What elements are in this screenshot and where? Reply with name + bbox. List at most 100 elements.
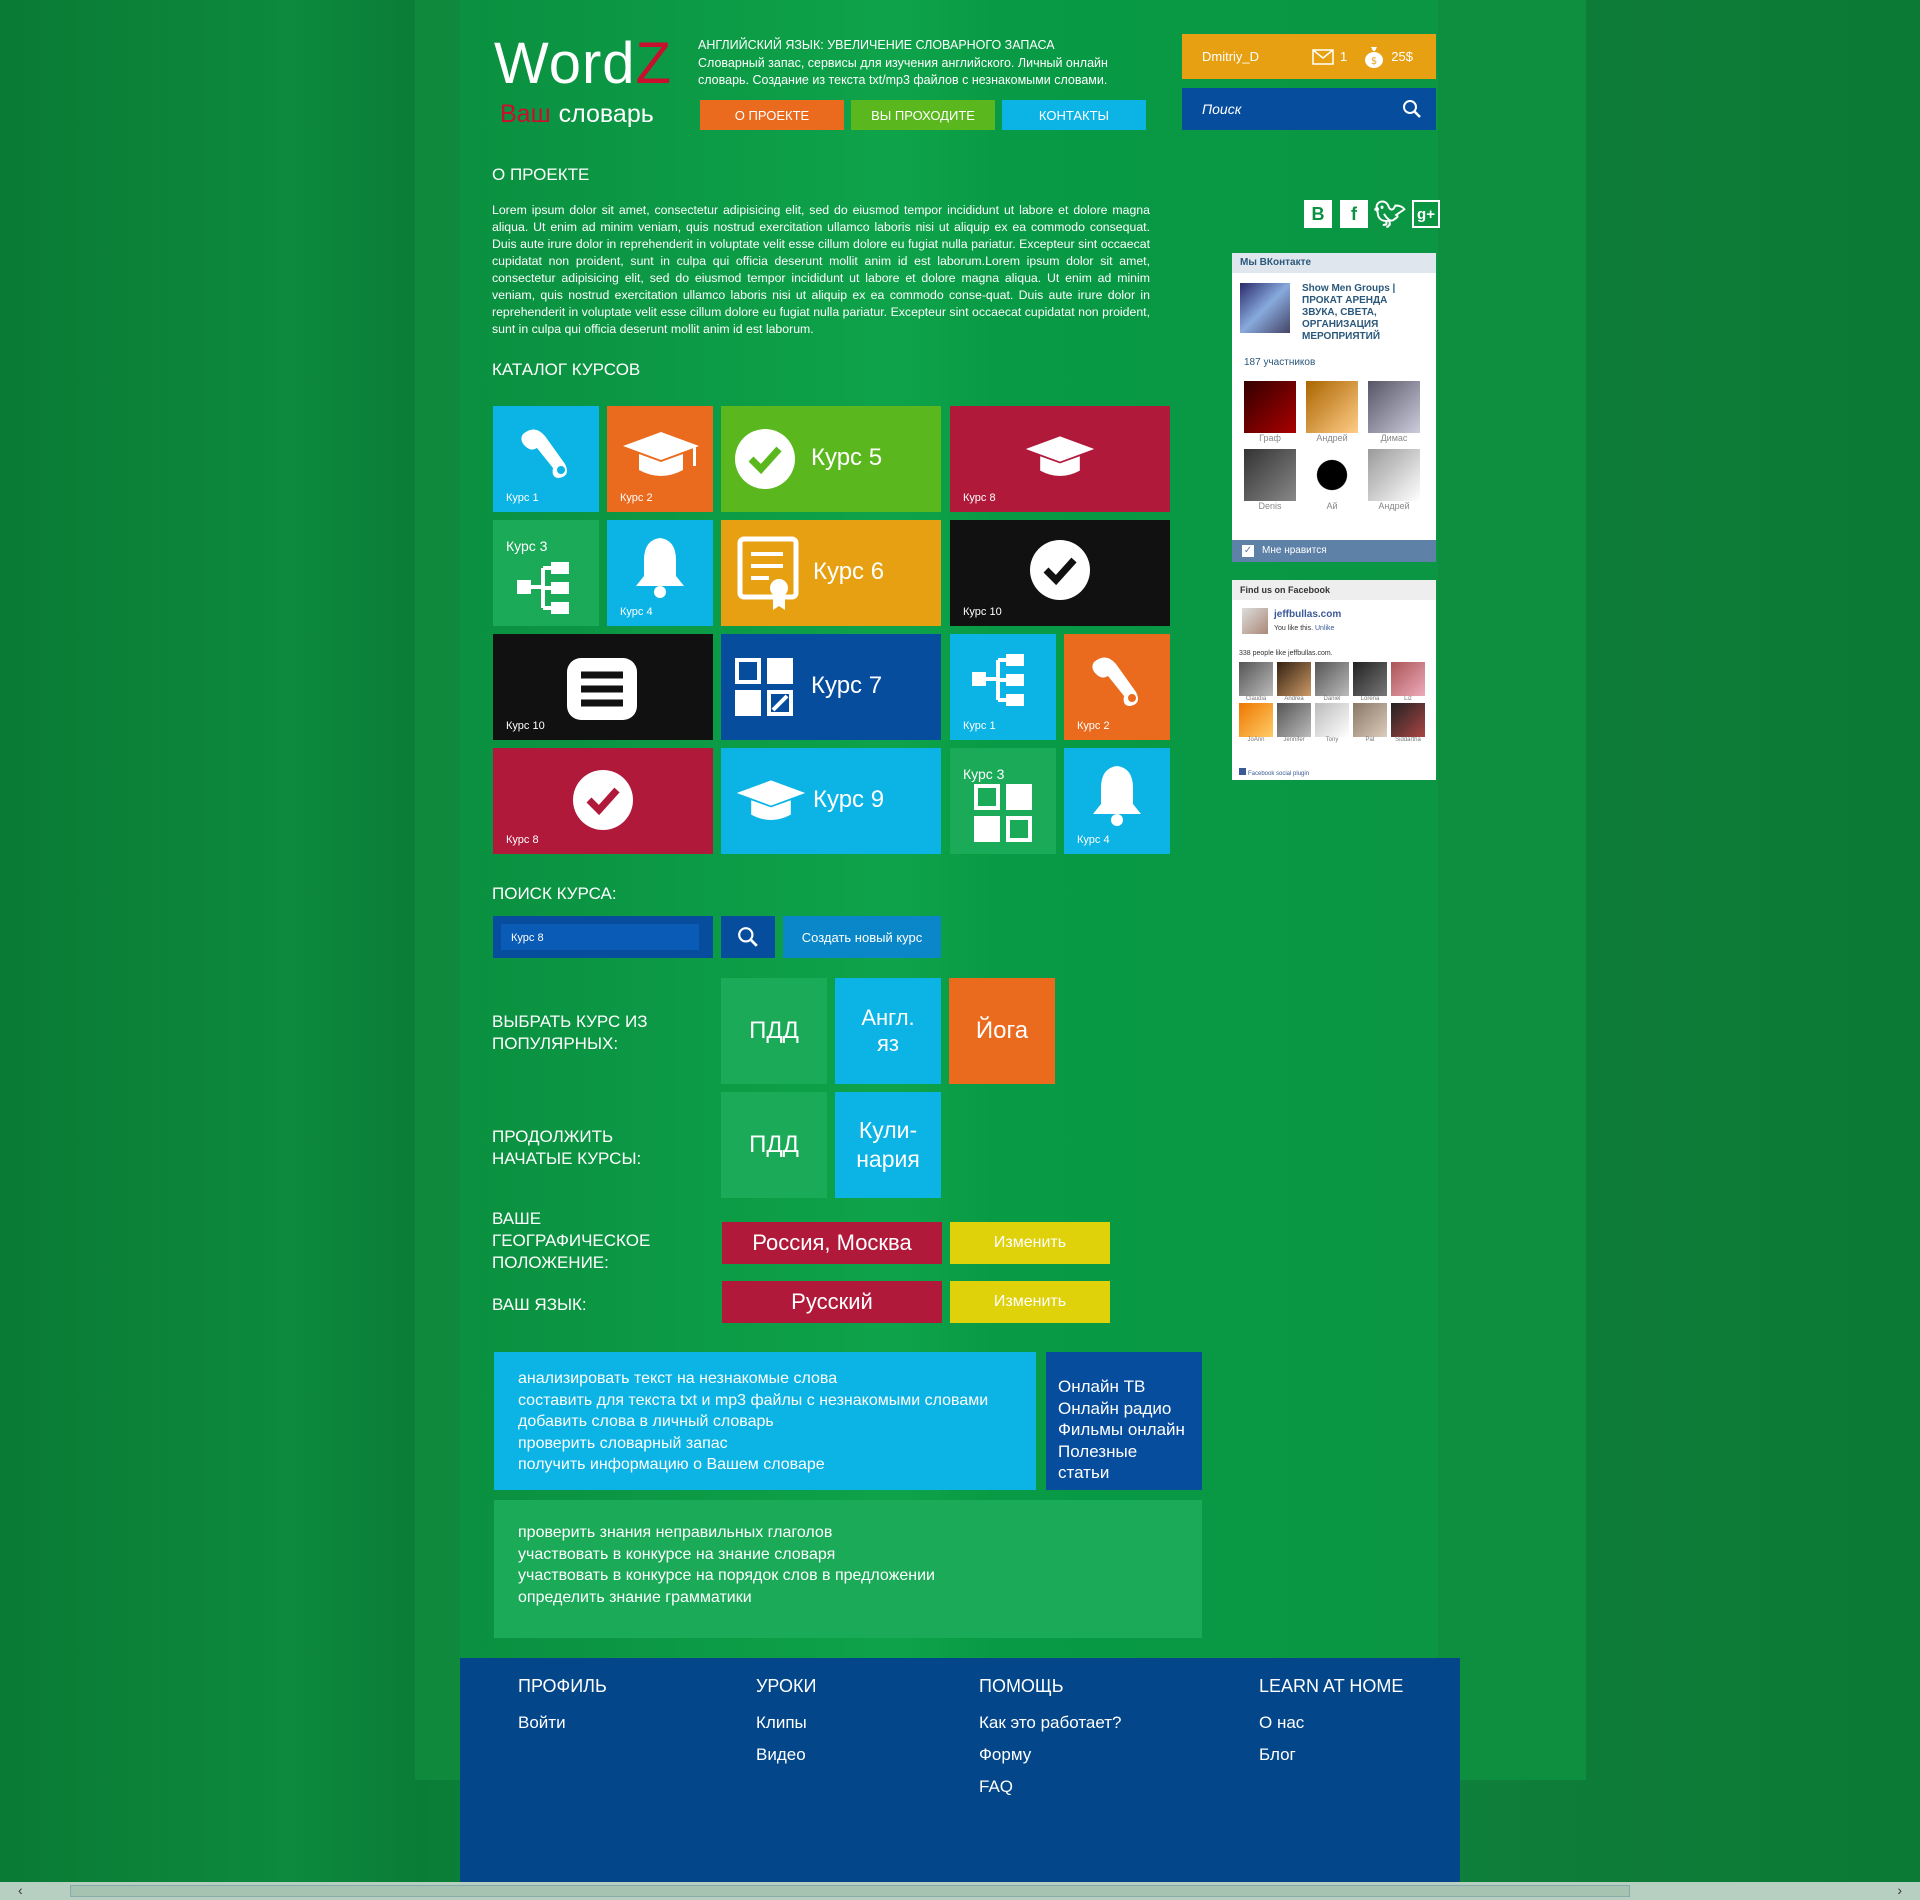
course-tile-10b[interactable]: Курс 10	[493, 634, 713, 740]
facebook-fan[interactable]: JoAnn	[1239, 703, 1273, 743]
nav-about[interactable]: О ПРОЕКТЕ	[700, 100, 844, 130]
popular-course[interactable]: Йога	[949, 978, 1055, 1084]
feature-link[interactable]: проверить словарный запас	[518, 1433, 1012, 1455]
course-tile-4b[interactable]: Курс 4	[1064, 748, 1170, 854]
course-tile-6[interactable]: Курс 6	[721, 520, 941, 626]
facebook-fan[interactable]: Claudia	[1239, 662, 1273, 702]
vk-member[interactable]: Андрей	[1368, 449, 1420, 511]
facebook-fan[interactable]: Siddartha	[1391, 703, 1425, 743]
footer-link[interactable]: Как это работает?	[979, 1713, 1122, 1733]
vk-member[interactable]: Димас	[1368, 381, 1420, 443]
create-course-button[interactable]: Создать новый курс	[783, 916, 941, 958]
course-tile-8[interactable]: Курс 8	[950, 406, 1170, 512]
popular-course[interactable]: Англ. яз	[835, 978, 941, 1084]
footer-link[interactable]: Блог	[1259, 1745, 1403, 1765]
feature-link[interactable]: анализировать текст на незнакомые слова	[518, 1368, 1012, 1390]
facebook-fan[interactable]: Pat	[1353, 703, 1387, 743]
username[interactable]: Dmitriy_D	[1202, 49, 1307, 64]
facebook-fan[interactable]: Lorena	[1353, 662, 1387, 702]
balance: 25$	[1391, 49, 1413, 64]
popular-course[interactable]: ПДД	[721, 978, 827, 1084]
about-title: О ПРОЕКТЕ	[492, 165, 590, 184]
facebook-page-avatar	[1242, 608, 1268, 634]
header-title: АНГЛИЙСКИЙ ЯЗЫК: УВЕЛИЧЕНИЕ СЛОВАРНОГО З…	[698, 38, 1055, 52]
search-icon	[738, 927, 758, 947]
course-tile-1[interactable]: Курс 1	[493, 406, 599, 512]
catalog-title: КАТАЛОГ КУРСОВ	[492, 360, 641, 379]
site-search-input[interactable]: Поиск	[1182, 88, 1436, 130]
course-search-input[interactable]: Курс 8	[501, 924, 699, 950]
vk-member[interactable]: Граф	[1244, 381, 1296, 443]
course-tile-4[interactable]: Курс 4	[607, 520, 713, 626]
logo[interactable]: WordZ	[494, 30, 672, 97]
twitter-icon[interactable]: 🐦︎	[1374, 199, 1407, 229]
continued-course[interactable]: Кули­нария	[835, 1092, 941, 1198]
course-tile-10[interactable]: Курс 10	[950, 520, 1170, 626]
lang-change-button[interactable]: Изменить	[950, 1281, 1110, 1323]
certificate-icon	[737, 536, 799, 610]
scroll-icon	[521, 429, 567, 478]
course-tile-8b[interactable]: Курс 8	[493, 748, 713, 854]
geo-change-button[interactable]: Изменить	[950, 1222, 1110, 1264]
vk-member[interactable]: Андрей	[1306, 381, 1358, 443]
feature-link[interactable]: участвовать в конкурсе на порядок слов в…	[518, 1565, 1178, 1587]
message-count: 1	[1340, 49, 1348, 64]
feature-link[interactable]: добавить слова в личный словарь	[518, 1411, 1012, 1433]
media-link[interactable]: Онлайн радио	[1058, 1398, 1190, 1420]
course-tile-3b[interactable]: Курс 3	[950, 748, 1056, 854]
vk-member[interactable]: Denis	[1244, 449, 1296, 511]
vk-members-count[interactable]: 187 участников	[1244, 357, 1315, 368]
footer-link[interactable]: Клипы	[756, 1713, 816, 1733]
vk-members-grid: Граф Андрей Димас Denis Ай Андрей	[1244, 381, 1420, 511]
course-tile-9[interactable]: Курс 9	[721, 748, 941, 854]
nav-contacts[interactable]: КОНТАКТЫ	[1002, 100, 1146, 130]
footer-link[interactable]: Войти	[518, 1713, 607, 1733]
nav-progress[interactable]: ВЫ ПРОХОДИТЕ	[851, 100, 995, 130]
vk-member[interactable]: Ай	[1306, 449, 1358, 511]
feature-link[interactable]: составить для текста txt и mp3 файлы с н…	[518, 1390, 1012, 1412]
vk-group-name[interactable]: Show Men Groups | ПРОКАТ АРЕНДА ЗВУКА, С…	[1302, 283, 1420, 343]
footer-heading: ПОМОЩЬ	[979, 1676, 1064, 1696]
footer-link[interactable]: О нас	[1259, 1713, 1403, 1733]
graduation-cap-icon	[736, 780, 806, 820]
course-search-title: ПОИСК КУРСА:	[492, 884, 617, 903]
continued-course[interactable]: ПДД	[721, 1092, 827, 1198]
course-tile-1b[interactable]: Курс 1	[950, 634, 1056, 740]
course-search-button[interactable]	[721, 916, 775, 958]
mail-icon[interactable]	[1312, 48, 1334, 65]
course-search-box: Курс 8	[493, 916, 713, 958]
features-panel: анализировать текст на незнакомые слова …	[494, 1352, 1036, 1490]
facebook-like-count: 338 people like jeffbullas.com.	[1239, 650, 1333, 657]
feature-link[interactable]: получить информацию о Вашем словаре	[518, 1454, 1012, 1476]
facebook-fan[interactable]: Andrea	[1277, 662, 1311, 702]
feature-link[interactable]: участвовать в конкурсе на знание словаря	[518, 1544, 1178, 1566]
footer-link[interactable]: Видео	[756, 1745, 816, 1765]
course-tile-2[interactable]: Курс 2	[607, 406, 713, 512]
facebook-fan[interactable]: Liz	[1391, 662, 1425, 702]
feature-link[interactable]: определить знание грамматики	[518, 1587, 1178, 1609]
horizontal-scrollbar[interactable]: ‹ ›	[0, 1882, 1920, 1900]
scrollbar-thumb[interactable]	[70, 1885, 1630, 1897]
search-icon[interactable]	[1402, 99, 1422, 119]
feature-link[interactable]: проверить знания неправильных глаголов	[518, 1522, 1178, 1544]
footer-link[interactable]: FAQ	[979, 1777, 1122, 1797]
course-tile-7[interactable]: Курс 7	[721, 634, 941, 740]
media-link[interactable]: Онлайн ТВ	[1058, 1376, 1190, 1398]
facebook-unlike-link[interactable]: Unlike	[1315, 625, 1334, 632]
course-tile-2b[interactable]: Курс 2	[1064, 634, 1170, 740]
facebook-fan[interactable]: Tony	[1315, 703, 1349, 743]
vk-like-button[interactable]: Мне нравится ✓	[1232, 540, 1436, 562]
facebook-fan[interactable]: Jennifer	[1277, 703, 1311, 743]
facebook-page-name[interactable]: jeffbullas.com	[1274, 609, 1341, 620]
vk-icon[interactable]: B	[1304, 200, 1332, 228]
scroll-right-icon[interactable]: ›	[1897, 1882, 1902, 1898]
facebook-fan[interactable]: Daniel	[1315, 662, 1349, 702]
footer-link[interactable]: Форму	[979, 1745, 1122, 1765]
media-link[interactable]: Фильмы онлайн	[1058, 1419, 1190, 1441]
facebook-icon[interactable]: f	[1340, 200, 1368, 228]
media-link[interactable]: Полезные статьи	[1058, 1441, 1190, 1484]
google-plus-icon[interactable]: g+	[1412, 200, 1440, 228]
course-tile-5[interactable]: Курс 5	[721, 406, 941, 512]
scroll-left-icon[interactable]: ‹	[18, 1882, 23, 1898]
course-tile-3[interactable]: Курс 3	[493, 520, 599, 626]
